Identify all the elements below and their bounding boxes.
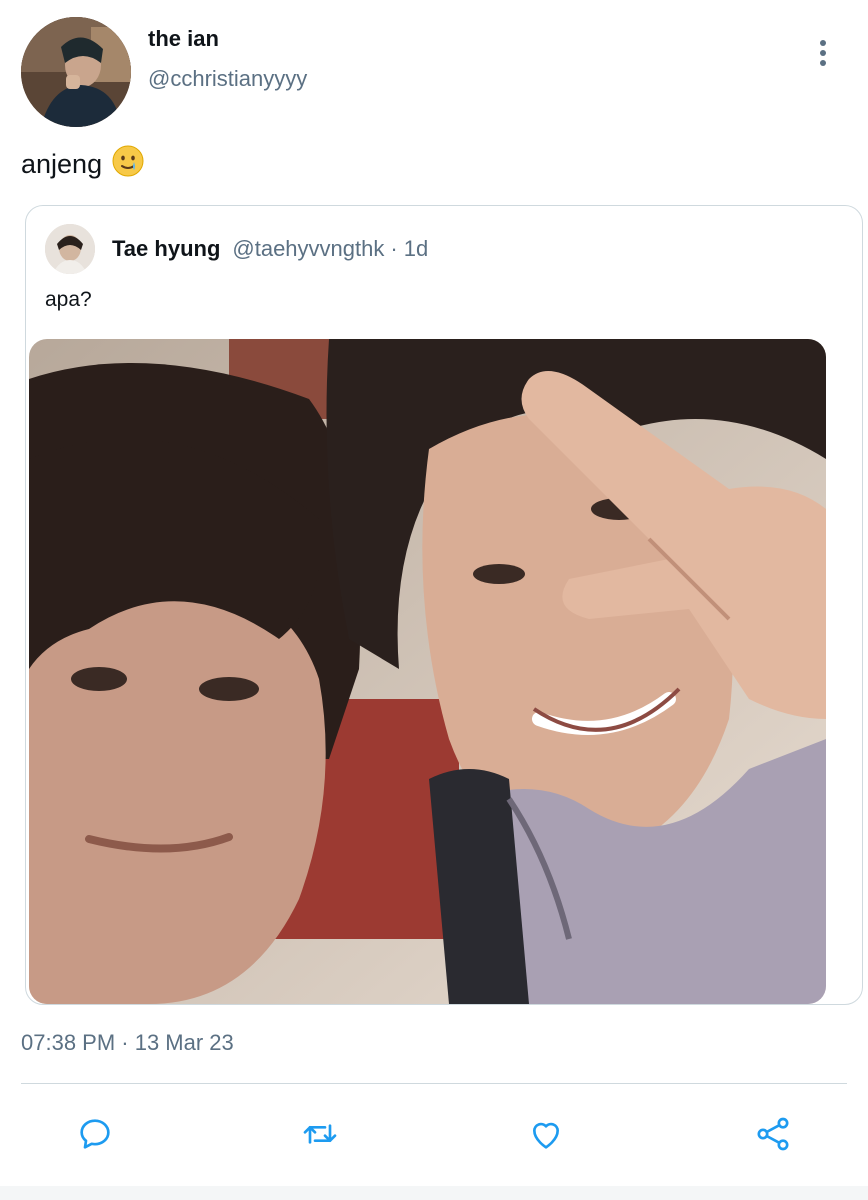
like-button[interactable] [524,1112,568,1156]
quoted-tweet-card[interactable]: Tae hyung @taehyvvngthk · 1d apa? [25,205,863,1005]
share-icon [757,1117,789,1151]
profile-photo [21,17,131,127]
quoted-handle[interactable]: @taehyvvngthk [232,236,384,262]
quoted-display-name[interactable]: Tae hyung [112,236,220,262]
heart-icon [533,1122,559,1149]
divider [21,1083,847,1084]
author-display-name[interactable]: the ian [148,26,219,52]
tweet-text: anjeng [21,145,144,184]
tweet-timestamp[interactable]: 07:38 PM · 13 Mar 23 [21,1030,234,1056]
retweet-icon [303,1124,337,1144]
bottom-edge [0,1186,868,1200]
quoted-tweet-header: Tae hyung @taehyvvngthk · 1d [112,236,428,262]
quoted-tweet-image[interactable] [29,339,826,1004]
quoted-relative-time: 1d [403,236,429,261]
more-options-button[interactable] [808,36,838,70]
smiling-tear-emoji-icon [112,145,144,184]
retweet-button[interactable] [298,1112,342,1156]
author-avatar[interactable] [21,17,131,127]
reply-button[interactable] [73,1112,117,1156]
comment-icon [80,1119,110,1149]
more-vertical-icon [820,40,826,66]
quoted-author-avatar[interactable] [45,224,95,274]
quoted-tweet-text: apa? [45,288,92,311]
selfie-photo [29,339,826,1004]
tweet-body: anjeng [21,149,103,179]
share-button[interactable] [751,1112,795,1156]
quoted-separator: · [390,236,398,261]
author-handle[interactable]: @cchristianyyyy [148,66,307,92]
